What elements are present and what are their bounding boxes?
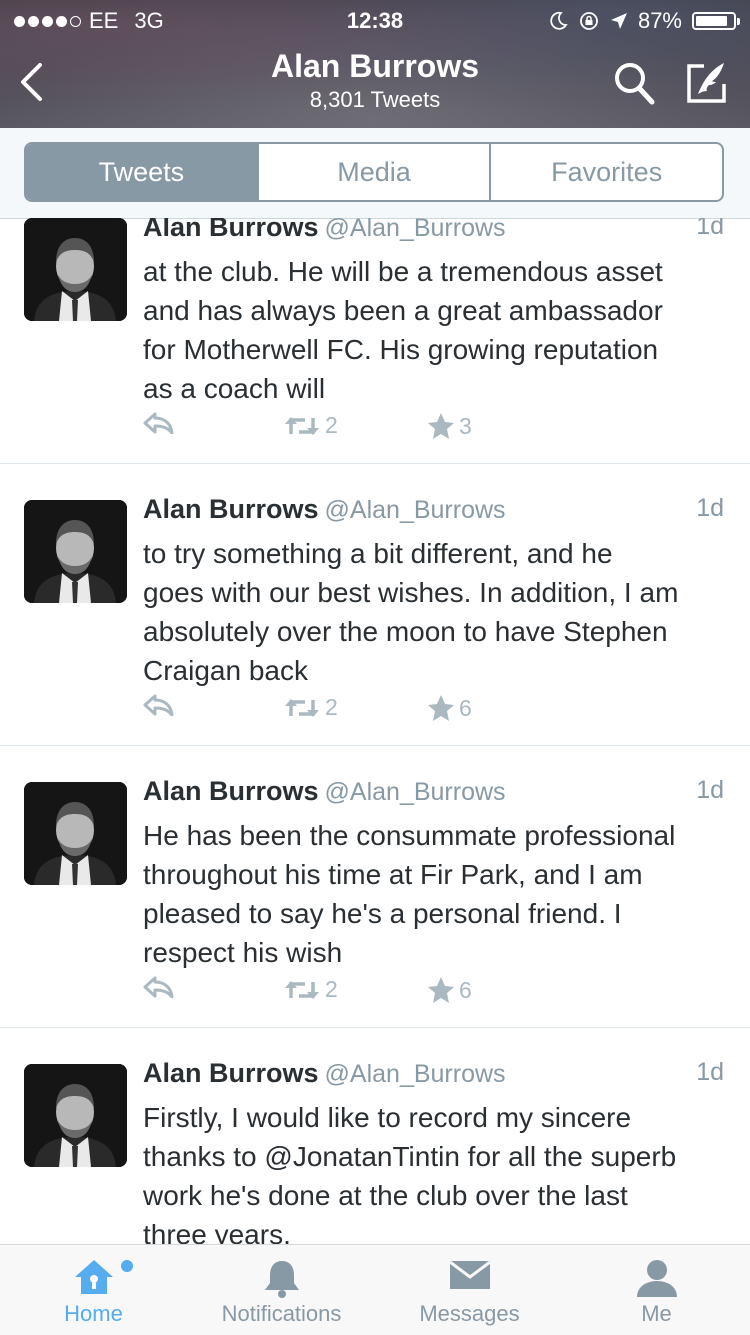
- tweet-text-line: pleased to say he's a personal friend. I: [143, 898, 622, 929]
- retweet-button[interactable]: 2: [283, 694, 338, 721]
- reply-button[interactable]: [143, 694, 175, 716]
- home-unread-dot: [121, 1260, 133, 1272]
- tweet-timestamp: 1d: [696, 494, 724, 522]
- tab-tweets[interactable]: Tweets: [26, 144, 257, 200]
- segmented-control: Tweets Media Favorites: [24, 142, 724, 202]
- tab-bar: Home Notifications Messages Me: [0, 1244, 750, 1335]
- tweet-author-name[interactable]: Alan Burrows: [143, 1058, 319, 1088]
- reply-icon: [143, 694, 174, 716]
- favorite-button[interactable]: 6: [427, 694, 472, 722]
- star-icon: [428, 413, 454, 439]
- profile-header: EE 3G 12:38 87% Alan Burrows 8,301 Tweet…: [0, 0, 750, 128]
- tweet-text: He has been the consummate professional t…: [143, 816, 733, 972]
- home-icon: [74, 1260, 113, 1294]
- tweet-text-line: Craigan back: [143, 655, 308, 686]
- tweet-text: to try something a bit different, and he…: [143, 534, 733, 690]
- star-icon: [428, 977, 454, 1003]
- reply-button[interactable]: [143, 412, 175, 434]
- tweet-timestamp: 1d: [696, 776, 724, 804]
- tweet-text-line: throughout his time at Fir Park, and I a…: [143, 859, 643, 890]
- compose-tweet-icon[interactable]: [684, 60, 730, 106]
- tweet-author-handle[interactable]: @Alan_Burrows: [325, 218, 506, 242]
- tweet-author-handle[interactable]: @Alan_Burrows: [325, 496, 506, 524]
- tab-favorites[interactable]: Favorites: [489, 144, 722, 200]
- status-bar: EE 3G 12:38 87%: [0, 6, 750, 36]
- tweet-actions: 23: [143, 412, 543, 446]
- tweet-author-name[interactable]: Alan Burrows: [143, 776, 319, 806]
- favorite-count: 6: [459, 976, 472, 1003]
- tweet-text: at the club. He will be a tremendous ass…: [143, 252, 733, 408]
- rotation-lock-icon: [580, 12, 598, 30]
- location-arrow-icon: [610, 13, 627, 29]
- retweet-icon: [285, 698, 319, 717]
- tab-media[interactable]: Media: [256, 144, 490, 200]
- favorite-button[interactable]: 6: [427, 976, 472, 1004]
- search-icon[interactable]: [612, 60, 656, 106]
- tweet-text-line: for Motherwell FC. His growing reputatio…: [143, 334, 659, 365]
- tweet-actions: 26: [143, 694, 543, 728]
- avatar[interactable]: [24, 782, 127, 885]
- tabbar-messages-label: Messages: [419, 1301, 520, 1326]
- tweet-item[interactable]: Alan Burrows @Alan_Burrows 1d Firstly, I wo…: [0, 1028, 750, 1244]
- reply-icon: [143, 976, 174, 998]
- tweet-author-handle[interactable]: @Alan_Burrows: [325, 778, 506, 806]
- person-icon: [636, 1260, 677, 1297]
- star-icon: [428, 695, 454, 721]
- tweet-text-line: absolutely over the moon to have Stephen: [143, 616, 668, 647]
- battery-icon: [692, 12, 740, 30]
- tweet-text-line: at the club. He will be a tremendous ass…: [143, 256, 663, 287]
- tabbar-me-label: Me: [641, 1301, 672, 1326]
- tweet-author-handle[interactable]: @Alan_Burrows: [325, 1060, 506, 1088]
- tweet-text: Firstly, I would like to record my since…: [143, 1098, 733, 1244]
- tweet-text-line: thanks to @JonatanTintin for all the sup…: [143, 1141, 677, 1172]
- retweet-count: 2: [325, 412, 338, 438]
- tweet-item[interactable]: Alan Burrows @Alan_Burrows 1d to try someth…: [0, 464, 750, 746]
- tweet-text-line: three years.: [143, 1219, 291, 1244]
- retweet-count: 2: [325, 976, 338, 1002]
- avatar[interactable]: [24, 1064, 127, 1167]
- reply-button[interactable]: [143, 976, 175, 998]
- tweet-item[interactable]: Alan Burrows @Alan_Burrows 1d He has been t…: [0, 746, 750, 1028]
- tweet-text-line: He has been the consummate professional: [143, 820, 676, 851]
- tabbar-me[interactable]: Me: [563, 1245, 750, 1335]
- segment-bar: Tweets Media Favorites: [0, 128, 750, 219]
- avatar[interactable]: [24, 500, 127, 603]
- avatar[interactable]: [24, 218, 127, 321]
- tweet-timestamp: 1d: [696, 218, 724, 240]
- moon-icon: [550, 11, 568, 30]
- tabbar-home-label: Home: [64, 1301, 123, 1326]
- tweet-author-name[interactable]: Alan Burrows: [143, 218, 319, 242]
- retweet-icon: [285, 980, 319, 999]
- tweet-actions: 26: [143, 976, 543, 1010]
- tweet-text-line: as a coach will: [143, 373, 326, 404]
- tabbar-notifications[interactable]: Notifications: [188, 1245, 375, 1335]
- envelope-icon: [448, 1260, 491, 1289]
- favorite-count: 3: [459, 412, 472, 439]
- reply-icon: [143, 412, 174, 434]
- tweet-text-line: to try something a bit different, and he: [143, 538, 613, 569]
- battery-percent: 87%: [637, 8, 682, 33]
- tweet-text-line: Firstly, I would like to record my since…: [143, 1102, 632, 1133]
- favorite-button[interactable]: 3: [427, 412, 472, 440]
- tweet-text-line: and has always been a great ambassador: [143, 295, 663, 326]
- tweet-text-line: goes with our best wishes. In addition, …: [143, 577, 679, 608]
- tweet-text-line: work he's done at the club over the last: [143, 1180, 628, 1211]
- tabbar-home[interactable]: Home: [0, 1245, 187, 1335]
- retweet-button[interactable]: 2: [283, 976, 338, 1003]
- tweet-timestamp: 1d: [696, 1058, 724, 1086]
- retweet-button[interactable]: 2: [283, 412, 338, 439]
- tweet-author-name[interactable]: Alan Burrows: [143, 494, 319, 524]
- tweet-timeline[interactable]: Alan Burrows @Alan_Burrows 1d at the club. …: [0, 218, 750, 1244]
- tabbar-messages[interactable]: Messages: [376, 1245, 563, 1335]
- favorite-count: 6: [459, 694, 472, 721]
- retweet-icon: [285, 416, 319, 435]
- retweet-count: 2: [325, 694, 338, 720]
- tweet-item[interactable]: Alan Burrows @Alan_Burrows 1d at the club. …: [0, 218, 750, 464]
- bell-icon: [264, 1261, 299, 1298]
- tabbar-notifications-label: Notifications: [221, 1301, 342, 1326]
- tweet-text-line: respect his wish: [143, 937, 343, 968]
